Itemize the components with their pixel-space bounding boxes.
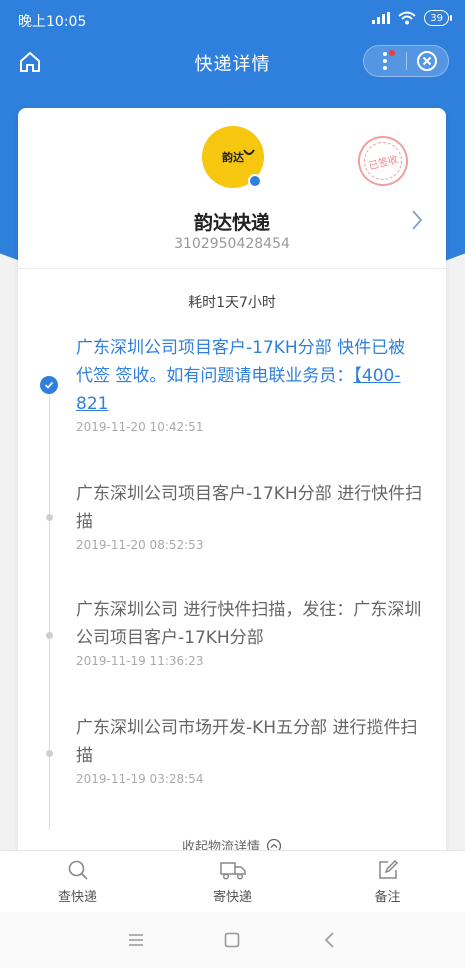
logo-text: 韵达 [222, 151, 244, 164]
home-square-icon[interactable] [222, 930, 242, 950]
timeline-event: 广东深圳公司市场开发-KH五分部 进行揽件扫描 2019-11-19 03:28… [76, 714, 426, 786]
tab-label: 寄快递 [212, 890, 252, 905]
divider [18, 268, 446, 269]
menu-icon[interactable] [126, 930, 146, 950]
battery-icon: 39 [424, 10, 452, 26]
timeline-event: 广东深圳公司项目客户-17KH分部 进行快件扫描 2019-11-20 08:5… [76, 480, 426, 552]
tab-label: 备注 [374, 890, 401, 905]
mini-program-capsule [363, 45, 449, 77]
event-description: 广东深圳公司项目客户-17KH分部 快件已被 代签 签收。如有问题请电联业务员：… [76, 338, 406, 414]
timeline-event: 广东深圳公司 进行快件扫描，发往：广东深圳公司项目客户-17KH分部 2019-… [76, 596, 426, 668]
tab-label: 查快递 [57, 890, 97, 905]
event-time: 2019-11-20 08:52:53 [76, 538, 204, 552]
timeline-dot [46, 514, 53, 521]
tab-search-package[interactable]: 查快递 [0, 851, 155, 912]
wifi-icon [398, 11, 416, 25]
event-description: 广东深圳公司 进行快件扫描，发往：广东深圳公司项目客户-17KH分部 [76, 600, 422, 648]
battery-level: 39 [430, 12, 443, 24]
truck-icon [219, 862, 246, 880]
system-navigation-bar [0, 912, 465, 968]
status-icons: 39 [372, 10, 452, 26]
notification-dot [389, 50, 395, 56]
status-bar: 晚上10:05 39 [0, 0, 465, 38]
chevron-right-icon[interactable] [410, 208, 424, 232]
tab-send-package[interactable]: 寄快递 [155, 851, 310, 912]
event-description: 广东深圳公司项目客户-17KH分部 进行快件扫描 [76, 484, 423, 532]
carrier-name: 韵达快递 [193, 212, 270, 234]
event-time: 2019-11-20 10:42:51 [76, 420, 204, 434]
tracking-card: 韵达 已签收 韵达快递 3102950428454 耗时1天7小时 广东深圳公司… [18, 108, 446, 868]
signal-icon [372, 12, 391, 24]
smile-icon [243, 149, 255, 155]
nav-bar: 快递详情 [0, 40, 465, 84]
close-button[interactable] [407, 46, 448, 76]
bottom-tab-bar: 查快递 寄快递 备注 [0, 850, 465, 912]
tab-notes[interactable]: 备注 [310, 851, 465, 912]
event-time: 2019-11-19 03:28:54 [76, 772, 204, 786]
event-time: 2019-11-19 11:36:23 [76, 654, 204, 668]
stamp-text: 已签收 [359, 137, 407, 185]
timeline-dot [46, 632, 53, 639]
verified-badge-icon [248, 174, 262, 188]
transit-duration: 耗时1天7小时 [188, 295, 276, 311]
event-description: 广东深圳公司市场开发-KH五分部 进行揽件扫描 [76, 718, 418, 766]
more-button[interactable] [364, 46, 406, 76]
tracking-number: 3102950428454 [174, 236, 290, 252]
timeline-check-icon [40, 376, 58, 394]
timeline-event: 广东深圳公司项目客户-17KH分部 快件已被 代签 签收。如有问题请电联业务员：… [76, 334, 426, 434]
edit-note-icon [378, 859, 398, 879]
signed-stamp: 已签收 [352, 130, 414, 192]
more-icon [383, 52, 387, 70]
close-icon [417, 51, 438, 71]
timeline-line [49, 380, 50, 830]
search-icon [68, 860, 88, 880]
back-icon[interactable] [320, 930, 340, 950]
status-time: 晚上10:05 [18, 14, 87, 30]
timeline-dot [46, 750, 53, 757]
